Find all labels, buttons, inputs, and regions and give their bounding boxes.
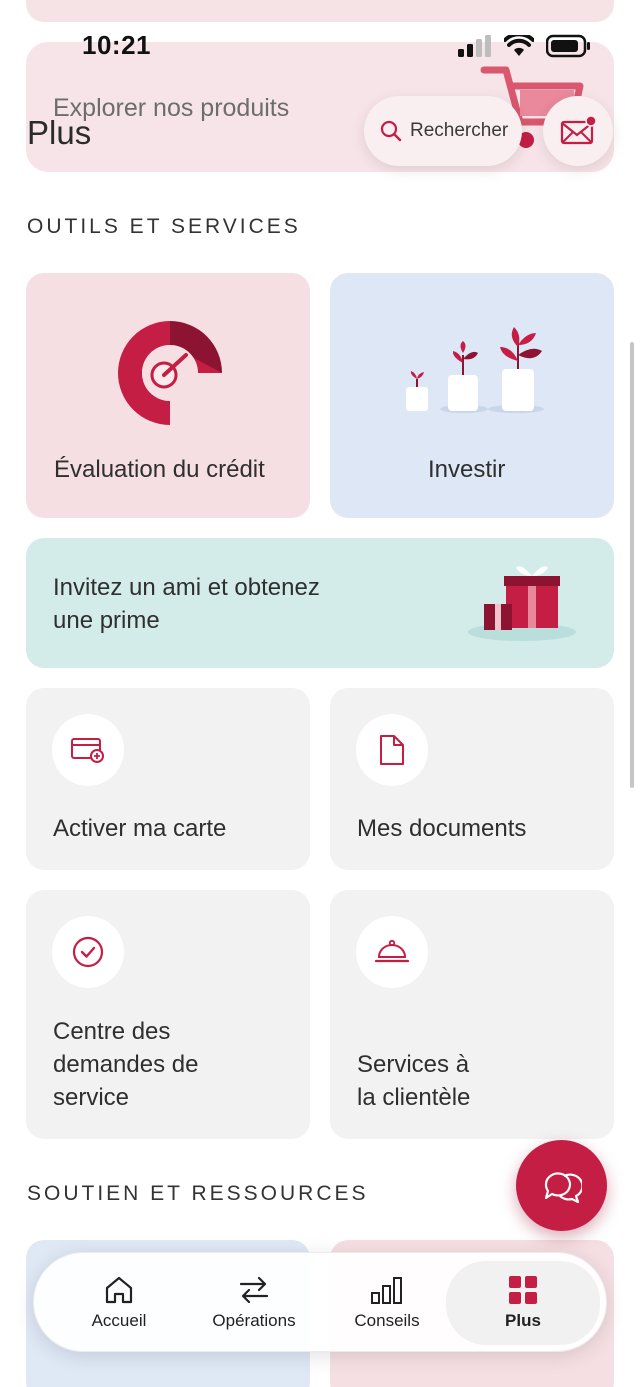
tab-accueil[interactable]: Accueil	[74, 1253, 164, 1353]
activate-card-tile[interactable]: Activer ma carte	[26, 688, 310, 870]
tab-accueil-label: Accueil	[91, 1311, 147, 1330]
my-documents-tile[interactable]: Mes documents	[330, 688, 614, 870]
chat-button[interactable]	[516, 1140, 607, 1231]
support-section-title: SOUTIEN ET RESSOURCES	[27, 1182, 369, 1205]
wifi-icon	[504, 35, 534, 56]
document-icon	[380, 735, 404, 765]
customer-services-label-2: la clientèle	[357, 1084, 471, 1111]
service-requests-label-1: Centre des	[53, 1018, 171, 1045]
transfer-arrows-icon	[239, 1276, 269, 1304]
refer-a-friend-banner[interactable]: Invitez un ami et obtenez une prime	[26, 538, 614, 668]
customer-services-label-1: Services à	[357, 1051, 470, 1078]
previous-card-edge	[26, 0, 614, 22]
explore-products-banner[interactable]: Explorer nos produits	[26, 42, 614, 172]
customer-services-icon-wrap	[356, 916, 428, 988]
home-icon	[105, 1276, 133, 1304]
bar-chart-icon	[371, 1277, 402, 1304]
tab-plus-label: Plus	[505, 1311, 541, 1330]
tab-operations[interactable]: Opérations	[202, 1253, 306, 1353]
mail-icon	[560, 116, 596, 145]
invest-label: Investir	[428, 456, 506, 483]
activate-card-label: Activer ma carte	[53, 815, 227, 842]
scrollbar[interactable]	[630, 342, 634, 788]
service-requests-icon-wrap	[52, 916, 124, 988]
cellular-signal-icon	[458, 35, 491, 57]
service-requests-tile[interactable]: Centre des demandes de service	[26, 890, 310, 1139]
search-button[interactable]: Rechercher	[364, 96, 522, 166]
growing-plants-icon	[406, 327, 544, 413]
customer-services-tile[interactable]: Services à la clientèle	[330, 890, 614, 1139]
my-documents-label: Mes documents	[357, 815, 527, 842]
invest-tile[interactable]: Investir	[330, 273, 614, 518]
credit-score-label: Évaluation du crédit	[54, 456, 265, 483]
service-requests-label-3: service	[53, 1084, 130, 1111]
grid-icon	[509, 1276, 537, 1304]
tab-plus[interactable]: Plus	[446, 1261, 600, 1345]
tab-operations-label: Opérations	[212, 1311, 296, 1330]
tab-conseils-label: Conseils	[354, 1311, 420, 1330]
tools-section-title: OUTILS ET SERVICES	[27, 215, 301, 238]
status-time: 10:21	[82, 30, 151, 60]
documents-icon-wrap	[356, 714, 428, 786]
tab-conseils[interactable]: Conseils	[342, 1253, 432, 1353]
service-requests-label-2: demandes de	[53, 1051, 199, 1078]
check-circle-icon	[72, 936, 104, 968]
service-bell-icon	[375, 939, 409, 963]
credit-gauge-icon	[118, 321, 222, 425]
bottom-tab-bar: Accueil Opérations Conseils Plus	[33, 1252, 607, 1352]
page-title: Plus	[27, 114, 92, 151]
refer-line-2: une prime	[53, 607, 160, 634]
refer-line-1: Invitez un ami et obtenez	[53, 574, 320, 601]
credit-score-tile[interactable]: Évaluation du crédit	[26, 273, 310, 518]
activate-card-icon-wrap	[52, 714, 124, 786]
chat-bubbles-icon	[544, 1171, 582, 1203]
gift-icon	[468, 566, 576, 641]
search-label: Rechercher	[410, 120, 509, 141]
search-icon	[380, 120, 402, 142]
status-icons	[458, 34, 592, 58]
battery-icon	[546, 34, 590, 58]
credit-card-add-icon	[71, 738, 104, 763]
messages-button[interactable]	[543, 96, 613, 166]
